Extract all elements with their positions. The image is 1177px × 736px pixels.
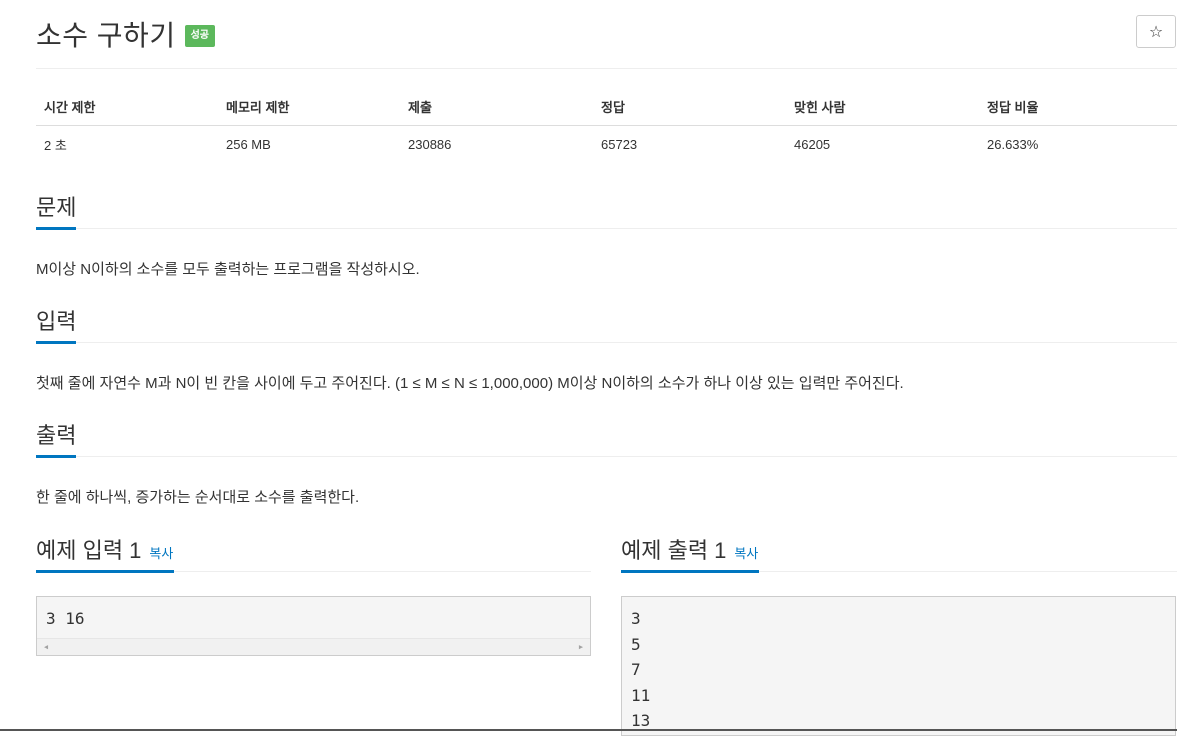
time-limit-value: 2 초 bbox=[44, 138, 67, 153]
solved-users-value: 46205 bbox=[794, 137, 831, 152]
status-badge: 성공 bbox=[184, 25, 215, 47]
header-time-limit: 시간 제한 bbox=[36, 89, 218, 126]
sample-output-line: 5 bbox=[631, 634, 641, 654]
section-accent-underline bbox=[36, 341, 76, 344]
header-memory-limit: 메모리 제한 bbox=[218, 89, 400, 126]
section-divider bbox=[36, 228, 1177, 229]
accept-ratio-value: 26.633% bbox=[987, 137, 1039, 152]
output-section-title: 출력 bbox=[36, 423, 77, 448]
sample-input-header: 예제 입력 1 복사 bbox=[36, 533, 591, 573]
chevron-left-icon[interactable]: ◀ bbox=[39, 639, 53, 655]
section-accent-underline bbox=[36, 455, 76, 458]
title-row: 소수 구하기 성공 bbox=[36, 14, 215, 54]
section-divider bbox=[36, 456, 1177, 457]
section-accent-underline bbox=[36, 570, 174, 573]
sample-output-title: 예제 출력 1 bbox=[621, 538, 727, 563]
horizontal-scrollbar[interactable]: ◀ ▶ bbox=[37, 638, 590, 655]
star-icon: ☆ bbox=[1148, 23, 1164, 41]
problem-section-title: 문제 bbox=[36, 195, 77, 220]
output-section-header: 출력 bbox=[36, 418, 1177, 458]
problem-info-table: 시간 제한 메모리 제한 제출 정답 맞힌 사람 정답 비율 2 초 256 M… bbox=[36, 89, 1177, 163]
sample-input-heading: 예제 입력 1 복사 bbox=[36, 533, 173, 565]
header-submissions: 제출 bbox=[400, 89, 593, 126]
header-solved-users: 맞힌 사람 bbox=[786, 89, 979, 126]
input-section-header: 입력 bbox=[36, 304, 1177, 344]
title-divider bbox=[36, 68, 1177, 69]
input-section-title: 입력 bbox=[36, 309, 77, 334]
header-accepted: 정답 bbox=[593, 89, 786, 126]
copy-sample-input-button[interactable]: 복사 bbox=[149, 546, 173, 561]
submissions-value: 230886 bbox=[408, 137, 452, 152]
sample-input-line: 3 16 bbox=[46, 609, 85, 628]
sample-output-line: 11 bbox=[631, 685, 651, 705]
header-accept-ratio: 정답 비율 bbox=[979, 89, 1177, 126]
output-description: 한 줄에 하나씩, 증가하는 순서대로 소수를 출력한다. bbox=[36, 489, 360, 506]
sample-output-line: 3 bbox=[631, 609, 641, 628]
sample-input-box[interactable]: 3 16 ◀ ▶ bbox=[36, 596, 591, 656]
section-accent-underline bbox=[36, 227, 76, 230]
problem-section-header: 문제 bbox=[36, 190, 1177, 230]
chevron-right-icon[interactable]: ▶ bbox=[574, 639, 588, 655]
table-row: 2 초 256 MB 230886 65723 46205 26.633% bbox=[36, 126, 1177, 164]
sample-output-header: 예제 출력 1 복사 bbox=[621, 533, 1177, 573]
problem-description: M이상 N이하의 소수를 모두 출력하는 프로그램을 작성하시오. bbox=[36, 261, 420, 278]
sample-output-box[interactable]: 3 5 7 11 13 bbox=[621, 596, 1176, 736]
accepted-value: 65723 bbox=[601, 137, 638, 152]
page-title: 소수 구하기 bbox=[36, 20, 176, 51]
input-description: 첫째 줄에 자연수 M과 N이 빈 칸을 사이에 두고 주어진다. (1 ≤ M… bbox=[36, 375, 904, 392]
sample-output-line: 7 bbox=[631, 660, 641, 679]
section-accent-underline bbox=[621, 570, 759, 573]
favorite-button[interactable]: ☆ bbox=[1136, 15, 1176, 48]
table-header-row: 시간 제한 메모리 제한 제출 정답 맞힌 사람 정답 비율 bbox=[36, 89, 1177, 126]
sample-input-title: 예제 입력 1 bbox=[36, 538, 142, 563]
copy-sample-output-button[interactable]: 복사 bbox=[734, 546, 758, 561]
memory-limit-value: 256 MB bbox=[226, 137, 271, 152]
sample-output-heading: 예제 출력 1 복사 bbox=[621, 533, 758, 565]
section-divider bbox=[36, 342, 1177, 343]
